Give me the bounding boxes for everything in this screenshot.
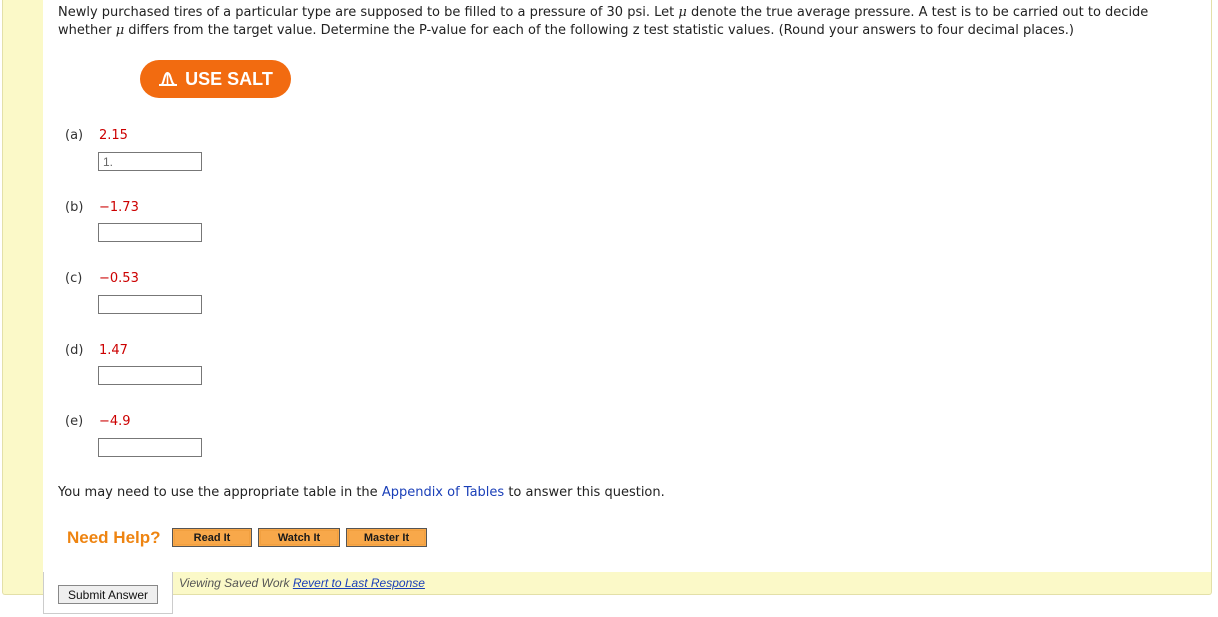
question-content: Newly purchased tires of a particular ty… xyxy=(43,0,1211,572)
part-a-prompt: (a) 2.15 xyxy=(65,128,128,143)
part-b-prompt: (b) −1.73 xyxy=(65,200,139,215)
read-it-button[interactable]: Read It xyxy=(172,528,252,547)
revert-link[interactable]: Revert to Last Response xyxy=(293,576,425,590)
part-d-value: 1.47 xyxy=(99,343,128,358)
appendix-link[interactable]: Appendix of Tables xyxy=(382,485,504,500)
need-help-heading: Need Help? xyxy=(67,528,161,547)
appendix-note: You may need to use the appropriate tabl… xyxy=(58,485,665,500)
use-salt-button[interactable]: USE SALT xyxy=(140,60,291,98)
submit-answer-button[interactable]: Submit Answer xyxy=(58,585,158,604)
part-d-prompt: (d) 1.47 xyxy=(65,343,128,358)
part-c-prompt: (c) −0.53 xyxy=(65,271,139,286)
salt-curve-icon xyxy=(158,71,178,87)
part-c-answer-input[interactable] xyxy=(98,295,202,314)
watch-it-button[interactable]: Watch It xyxy=(258,528,340,547)
part-e-prompt: (e) −4.9 xyxy=(65,414,131,429)
part-e-answer-input[interactable] xyxy=(98,438,202,457)
use-salt-label: USE SALT xyxy=(185,68,273,89)
part-a-value: 2.15 xyxy=(99,128,128,143)
part-d-answer-input[interactable] xyxy=(98,366,202,385)
part-b-answer-input[interactable] xyxy=(98,223,202,242)
part-c-value: −0.53 xyxy=(99,271,139,286)
part-b-value: −1.73 xyxy=(99,200,139,215)
saved-work-status: Viewing Saved Work Revert to Last Respon… xyxy=(179,576,425,590)
part-e-value: −4.9 xyxy=(99,414,131,429)
question-text: Newly purchased tires of a particular ty… xyxy=(58,5,1149,38)
master-it-button[interactable]: Master It xyxy=(346,528,427,547)
part-a-answer-input[interactable] xyxy=(98,152,202,171)
